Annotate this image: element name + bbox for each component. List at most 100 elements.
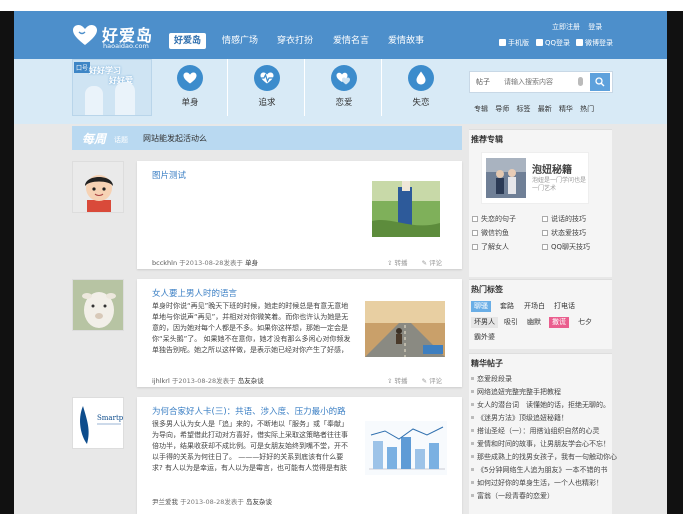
login-link[interactable]: 登录: [588, 23, 602, 31]
category-in-love[interactable]: 恋爱: [306, 59, 382, 116]
repost-button[interactable]: ⇪ 转播: [387, 259, 414, 267]
list-item[interactable]: 那些成熟上的找男女孩子，我有一句触动你心: [471, 452, 617, 462]
album-check-item[interactable]: 说话的技巧: [542, 214, 586, 224]
register-link[interactable]: 立即注册: [552, 23, 580, 31]
avatar[interactable]: Smartpet: [72, 397, 124, 449]
site-logo[interactable]: 好爱岛 haoaidao.com: [72, 20, 156, 52]
album-check-item[interactable]: 状态爱技巧: [542, 228, 586, 238]
heartbeat-icon: [254, 65, 280, 91]
tag[interactable]: 幽默: [524, 317, 544, 328]
nav-fashion[interactable]: 穿衣打扮: [277, 33, 313, 49]
post-thumbnail[interactable]: [372, 181, 440, 237]
comment-label: 评论: [429, 377, 443, 385]
logo-heart-icon: [73, 25, 97, 45]
category-label: 单身: [181, 98, 199, 108]
list-item[interactable]: 恋爱段段录: [471, 374, 512, 384]
category-heartbreak[interactable]: 失恋: [383, 59, 459, 116]
nav-emotion-square[interactable]: 情感广场: [222, 33, 258, 49]
post-title[interactable]: 图片测试: [152, 169, 186, 181]
logo-domain: haoaidao.com: [103, 42, 149, 50]
checkbox-icon: [472, 230, 478, 236]
hot-word[interactable]: 精华: [559, 105, 573, 113]
post-title[interactable]: 为何合家好人卡(三)：共语、涉入度、压力最小的路: [152, 405, 346, 417]
account-links: 立即注册 登录: [552, 22, 608, 32]
post-author[interactable]: bcckhln: [152, 259, 177, 267]
list-item[interactable]: 《迷男方法》顶级追妞秘籍！: [471, 413, 568, 423]
bullet-icon: [471, 416, 474, 419]
post-card: 为何合家好人卡(三)：共语、涉入度、压力最小的路 很多男人认为女人是「追」来的，…: [137, 397, 462, 514]
weekly-topic-bar[interactable]: 每周 话题 网站能发起活动么: [72, 126, 462, 150]
comment-button[interactable]: ✎ 评论: [422, 377, 449, 385]
comment-button[interactable]: ✎ 评论: [422, 259, 449, 267]
list-item-text: 那些成熟上的找男女孩子，我有一句触动你心: [477, 453, 617, 461]
list-item[interactable]: 女人的潜台词 读懂她的话，拒绝无聊的。: [471, 400, 610, 410]
hot-tags-panel: 热门标签 聊骚 套路 开场白 打电话 坏男人 吸引 幽默 撒谎 七夕 霸外婆: [469, 279, 612, 349]
post-actions: ⇪ 转播 ✎ 评论: [387, 375, 454, 385]
post-category[interactable]: 岛友杂谈: [246, 498, 272, 506]
hot-word[interactable]: 标签: [516, 105, 530, 113]
album-check-item[interactable]: 微信钓鱼: [472, 228, 509, 238]
repost-button[interactable]: ⇪ 转播: [387, 377, 414, 385]
comment-label: 评论: [429, 259, 443, 267]
list-item[interactable]: 爱情和时间的故事，让男朋友学会心不忘！: [471, 439, 610, 449]
list-item[interactable]: 搭讪圣经（一）：用搭讪组织自然的心灵: [471, 426, 600, 436]
bullet-icon: [471, 377, 474, 380]
post-category[interactable]: 单身: [245, 259, 258, 267]
album-check-item[interactable]: 失恋的句子: [472, 214, 516, 224]
hot-word[interactable]: 最新: [538, 105, 552, 113]
avatar[interactable]: [72, 161, 124, 213]
album-check-item[interactable]: QQ聊天技巧: [542, 242, 590, 252]
post-author[interactable]: 尹兰爱我: [152, 498, 178, 506]
tag[interactable]: 坏男人: [471, 317, 498, 328]
bullet-icon: [471, 494, 474, 497]
hot-word[interactable]: 热门: [580, 105, 594, 113]
qq-login-link[interactable]: QQ登录: [536, 37, 570, 49]
page: 好爱岛 haoaidao.com 好爱岛 情感广场 穿衣打扮 爱情名言 爱情故事…: [14, 11, 667, 514]
post-title[interactable]: 女人要上男人时的语言: [152, 287, 237, 299]
tag[interactable]: 套路: [497, 301, 517, 312]
list-item[interactable]: 网络追妞完整完整手把教程: [471, 387, 561, 397]
slogan-banner[interactable]: 口号 好好学习 好好爱: [72, 59, 152, 116]
tag[interactable]: 撒谎: [549, 317, 569, 328]
search-box: 帖子: [469, 71, 613, 93]
weekly-topic-text[interactable]: 网站能发起活动么: [143, 133, 207, 144]
checkbox-icon: [542, 244, 548, 250]
list-item[interactable]: 富翁（一段青春的恋爱）: [471, 491, 554, 501]
avatar[interactable]: [72, 279, 124, 331]
tag[interactable]: 打电话: [551, 301, 578, 312]
list-item-text: 恋爱段段录: [477, 375, 512, 383]
tag[interactable]: 霸外婆: [471, 332, 498, 343]
post-thumbnail[interactable]: [365, 301, 445, 357]
search-input[interactable]: [504, 75, 574, 89]
nav-home[interactable]: 好爱岛: [169, 33, 207, 49]
search-button[interactable]: [590, 73, 610, 91]
check-label: 状态爱技巧: [551, 229, 586, 237]
hot-word[interactable]: 导师: [495, 105, 509, 113]
search-type-select[interactable]: 帖子: [476, 77, 490, 87]
featured-album-card[interactable]: 泡妞秘籍 泡妞是一门学问也是一门艺术: [481, 152, 589, 204]
post-category[interactable]: 岛友杂谈: [238, 377, 264, 385]
tag[interactable]: 吸引: [501, 317, 521, 328]
post-item: 女人要上男人时的语言 单身时你说“再见”晚天下班的时候，她走的时候总是有意无意地…: [72, 279, 462, 389]
weekly-subtitle: 话题: [114, 136, 128, 144]
mobile-link[interactable]: 手机版: [499, 37, 529, 49]
album-check-item[interactable]: 了解女人: [472, 242, 509, 252]
category-pursue[interactable]: 追求: [229, 59, 305, 116]
hot-word[interactable]: 专辑: [474, 105, 488, 113]
microphone-icon[interactable]: [578, 77, 583, 86]
category-single[interactable]: 单身: [152, 59, 228, 116]
weibo-login-link[interactable]: 微博登录: [576, 37, 613, 49]
list-item-text: 搭讪圣经（一）：用搭讪组织自然的心灵: [477, 427, 600, 435]
weibo-icon: [576, 39, 583, 46]
list-item[interactable]: 如何过好你的单身生活，一个人也精彩！: [471, 478, 603, 488]
list-item[interactable]: 《5分钟网络生人追为朋友》一本不错的书: [471, 465, 607, 475]
post-thumbnail[interactable]: [365, 421, 447, 475]
bullet-icon: [471, 442, 474, 445]
nav-love-quotes[interactable]: 爱情名言: [333, 33, 369, 49]
nav-love-stories[interactable]: 爱情故事: [388, 33, 424, 49]
post-author[interactable]: ijhlkrl: [152, 377, 170, 385]
tag[interactable]: 七夕: [575, 317, 595, 328]
tag[interactable]: 聊骚: [471, 301, 491, 312]
bullet-icon: [471, 403, 474, 406]
tag[interactable]: 开场白: [521, 301, 548, 312]
